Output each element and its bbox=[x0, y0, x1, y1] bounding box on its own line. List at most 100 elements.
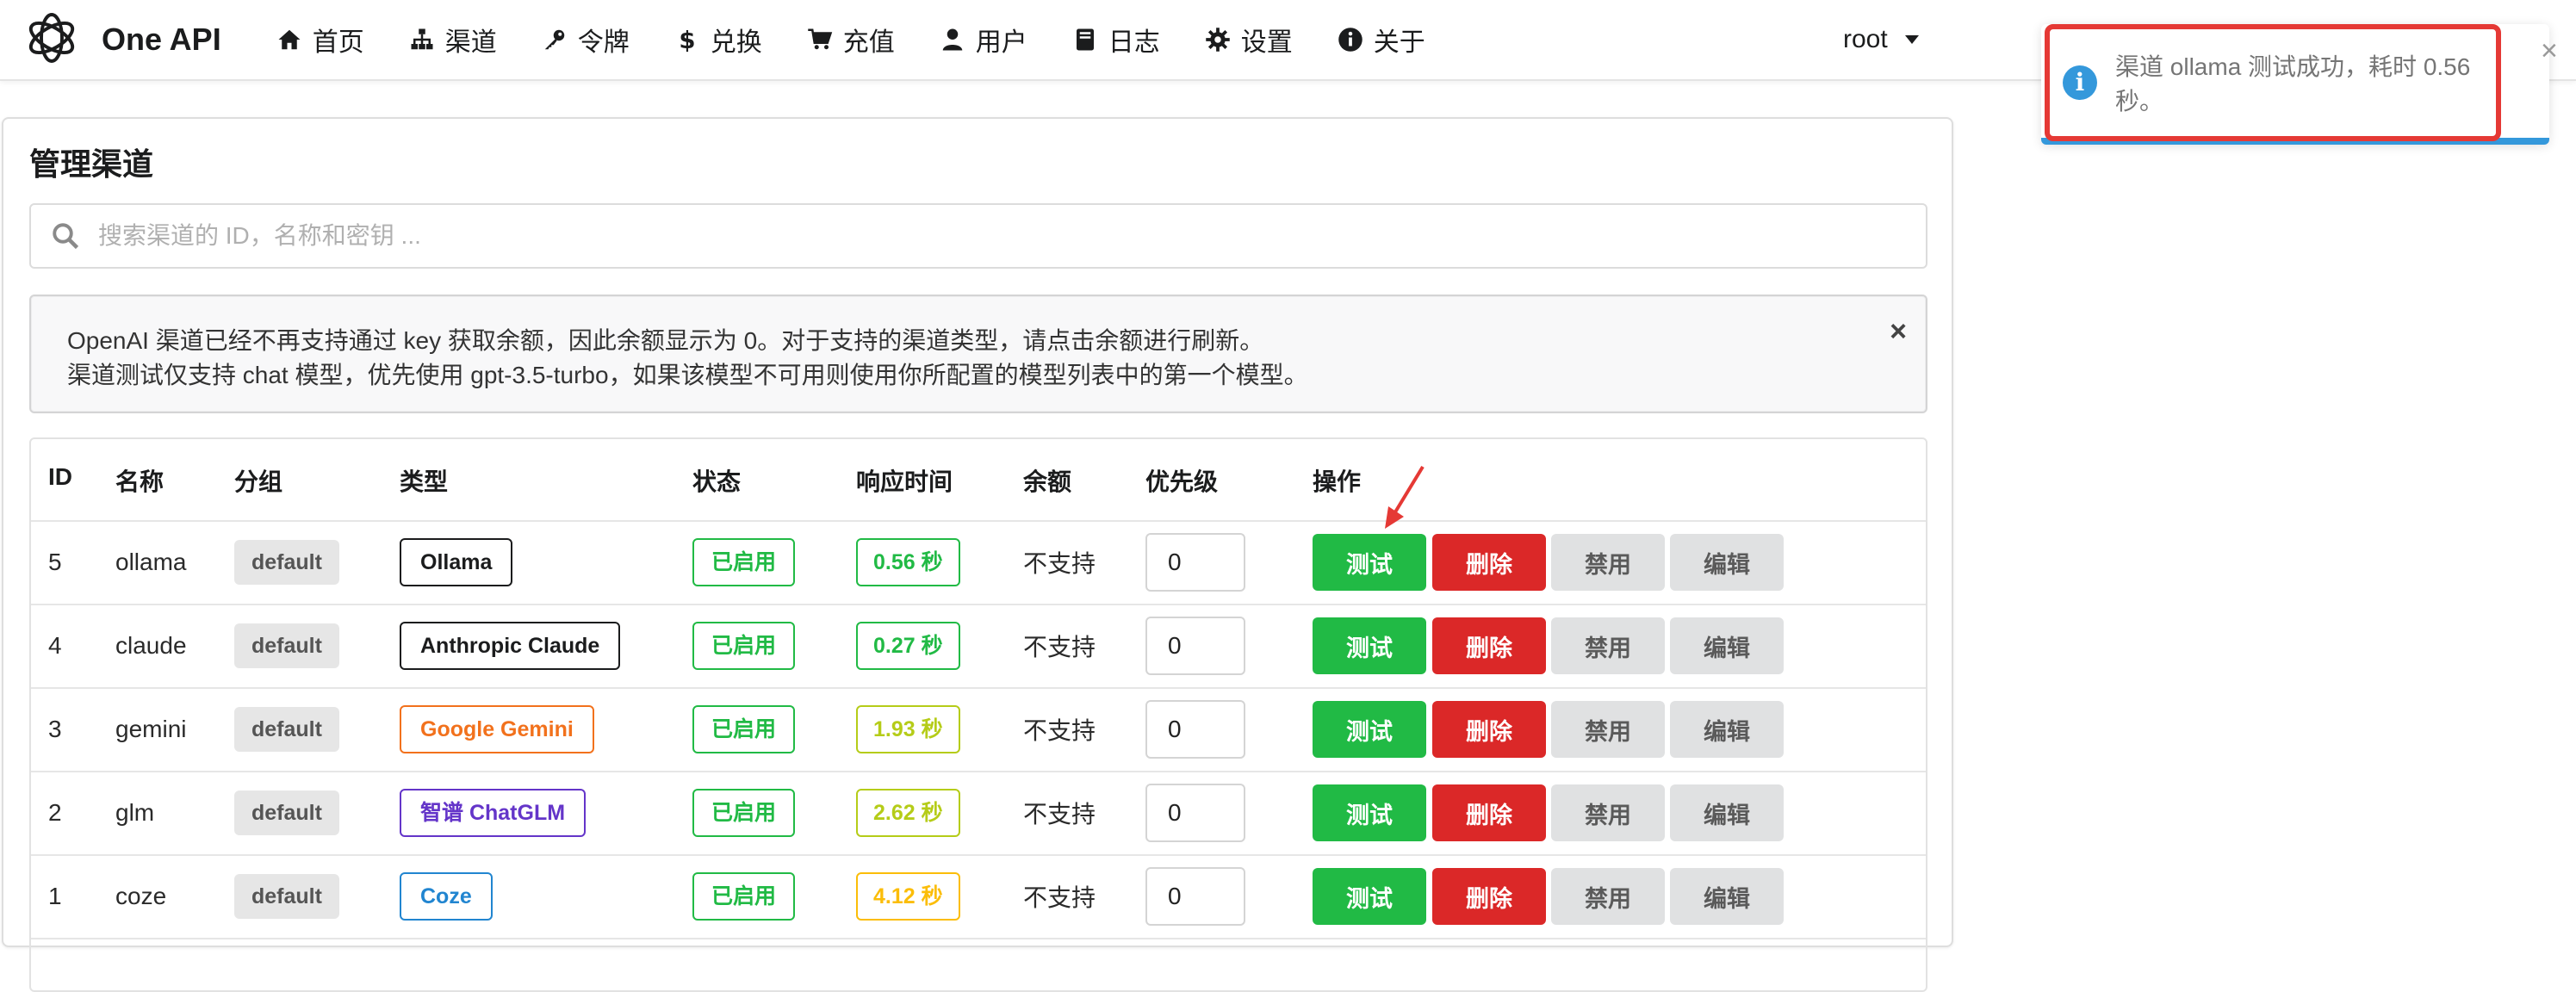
channel-id: 5 bbox=[48, 548, 62, 575]
nav-users[interactable]: 用户 bbox=[917, 0, 1050, 79]
brand-name: One API bbox=[102, 22, 221, 57]
balance-text[interactable]: 不支持 bbox=[1023, 879, 1096, 914]
cell-priority bbox=[1145, 771, 1245, 854]
header-priority[interactable]: 优先级 bbox=[1145, 463, 1218, 498]
nav-users-label: 用户 bbox=[975, 28, 1027, 57]
cell-name: ollama bbox=[115, 520, 186, 604]
toast-close-icon[interactable]: × bbox=[2541, 34, 2558, 68]
edit-button[interactable]: 编辑 bbox=[1670, 534, 1784, 591]
priority-input[interactable] bbox=[1145, 532, 1245, 592]
cell-balance: 不支持 bbox=[1023, 520, 1096, 604]
search-input[interactable] bbox=[96, 221, 1822, 251]
nav-tokens[interactable]: 令牌 bbox=[519, 0, 652, 79]
group-label: default bbox=[234, 539, 339, 585]
table-row: 5 ollama default Ollama 已启用 0.56 秒 不支持 测试删除禁用编辑 bbox=[31, 520, 1926, 605]
delete-button[interactable]: 删除 bbox=[1432, 701, 1546, 758]
cell-status: 已启用 bbox=[692, 520, 796, 604]
header-response-time[interactable]: 响应时间 bbox=[856, 463, 953, 498]
response-time-badge[interactable]: 1.93 秒 bbox=[856, 704, 960, 753]
cell-balance: 不支持 bbox=[1023, 604, 1096, 687]
header-id[interactable]: ID bbox=[48, 463, 72, 491]
type-label: Ollama bbox=[400, 537, 513, 586]
status-badge: 已启用 bbox=[692, 871, 796, 921]
header-balance[interactable]: 余额 bbox=[1023, 463, 1071, 498]
edit-button[interactable]: 编辑 bbox=[1670, 868, 1784, 925]
nav-home[interactable]: 首页 bbox=[254, 0, 387, 79]
cell-status: 已启用 bbox=[692, 687, 796, 771]
delete-button[interactable]: 删除 bbox=[1432, 868, 1546, 925]
balance-text[interactable]: 不支持 bbox=[1023, 796, 1096, 830]
edit-button[interactable]: 编辑 bbox=[1670, 701, 1784, 758]
header-name[interactable]: 名称 bbox=[115, 463, 164, 498]
highlight-box bbox=[2045, 24, 2501, 141]
user-name: root bbox=[1843, 25, 1888, 53]
cell-type: Google Gemini bbox=[400, 687, 594, 771]
cell-response-time: 1.93 秒 bbox=[856, 687, 960, 771]
edit-button[interactable]: 编辑 bbox=[1670, 617, 1784, 674]
notice-close-icon[interactable]: × bbox=[1890, 315, 1907, 349]
table-header: ID 名称 分组 类型 状态 响应时间 余额 优先级 操作 bbox=[31, 439, 1926, 522]
nav-redeem[interactable]: $ 兑换 bbox=[652, 0, 785, 79]
disable-button[interactable]: 禁用 bbox=[1551, 617, 1665, 674]
nav-logs-label: 日志 bbox=[1108, 28, 1160, 57]
test-button[interactable]: 测试 bbox=[1313, 868, 1426, 925]
cell-priority bbox=[1145, 604, 1245, 687]
nav-topup[interactable]: 充值 bbox=[785, 0, 917, 79]
nav-settings[interactable]: 设置 bbox=[1182, 0, 1315, 79]
header-status[interactable]: 状态 bbox=[692, 463, 741, 498]
red-arrow-icon bbox=[1385, 465, 1425, 529]
header-type[interactable]: 类型 bbox=[400, 463, 448, 498]
dollar-icon: $ bbox=[674, 27, 700, 53]
test-button[interactable]: 测试 bbox=[1313, 617, 1426, 674]
user-icon bbox=[940, 27, 965, 53]
cell-status: 已启用 bbox=[692, 854, 796, 938]
disable-button[interactable]: 禁用 bbox=[1551, 868, 1665, 925]
balance-text[interactable]: 不支持 bbox=[1023, 712, 1096, 747]
balance-text[interactable]: 不支持 bbox=[1023, 545, 1096, 580]
cell-balance: 不支持 bbox=[1023, 687, 1096, 771]
test-button[interactable]: 测试 bbox=[1313, 701, 1426, 758]
channel-name: coze bbox=[115, 882, 167, 909]
delete-button[interactable]: 删除 bbox=[1432, 617, 1546, 674]
response-time-badge[interactable]: 0.56 秒 bbox=[856, 537, 960, 586]
priority-input[interactable] bbox=[1145, 866, 1245, 926]
cell-id: 1 bbox=[48, 854, 62, 938]
balance-text[interactable]: 不支持 bbox=[1023, 629, 1096, 663]
channel-id: 2 bbox=[48, 798, 62, 826]
priority-input[interactable] bbox=[1145, 616, 1245, 675]
book-icon bbox=[1072, 27, 1098, 53]
channels-panel: 管理渠道 OpenAI 渠道已经不再支持通过 key 获取余额，因此余额显示为 … bbox=[2, 117, 1953, 992]
cell-type: Ollama bbox=[400, 520, 513, 604]
edit-button[interactable]: 编辑 bbox=[1670, 784, 1784, 841]
notice-line-2: 渠道测试仅支持 chat 模型，优先使用 gpt-3.5-turbo，如果该模型… bbox=[67, 362, 1308, 388]
table-row: 3 gemini default Google Gemini 已启用 1.93 秒 不支持 测… bbox=[31, 687, 1926, 772]
disable-button[interactable]: 禁用 bbox=[1551, 534, 1665, 591]
test-button[interactable]: 测试 bbox=[1313, 534, 1426, 591]
header-group[interactable]: 分组 bbox=[234, 463, 282, 498]
response-time-badge[interactable]: 4.12 秒 bbox=[856, 871, 960, 921]
type-label: Coze bbox=[400, 871, 493, 921]
delete-button[interactable]: 删除 bbox=[1432, 784, 1546, 841]
response-time-badge[interactable]: 2.62 秒 bbox=[856, 788, 960, 837]
cart-icon bbox=[807, 27, 833, 53]
cell-group: default bbox=[234, 520, 339, 604]
page-title: 管理渠道 bbox=[29, 146, 154, 182]
search-box[interactable] bbox=[29, 203, 1927, 269]
delete-button[interactable]: 删除 bbox=[1432, 534, 1546, 591]
header-actions: 操作 bbox=[1313, 468, 1362, 495]
disable-button[interactable]: 禁用 bbox=[1551, 701, 1665, 758]
priority-input[interactable] bbox=[1145, 699, 1245, 759]
brand[interactable]: One API bbox=[21, 0, 221, 79]
status-badge: 已启用 bbox=[692, 788, 796, 837]
nav-channels[interactable]: 渠道 bbox=[387, 0, 519, 79]
test-button[interactable]: 测试 bbox=[1313, 784, 1426, 841]
response-time-badge[interactable]: 0.27 秒 bbox=[856, 621, 960, 670]
disable-button[interactable]: 禁用 bbox=[1551, 784, 1665, 841]
cell-group: default bbox=[234, 854, 339, 938]
nav-about[interactable]: 关于 bbox=[1315, 0, 1448, 79]
nav-logs[interactable]: 日志 bbox=[1050, 0, 1182, 79]
priority-input[interactable] bbox=[1145, 783, 1245, 842]
cell-name: gemini bbox=[115, 687, 186, 771]
user-dropdown[interactable]: root bbox=[1843, 0, 1919, 79]
type-label: Google Gemini bbox=[400, 704, 594, 753]
